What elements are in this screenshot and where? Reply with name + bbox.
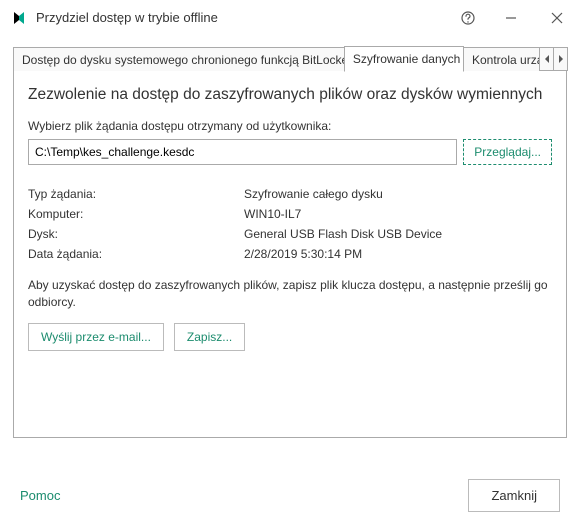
disk-value: General USB Flash Disk USB Device [244, 227, 552, 241]
send-email-button[interactable]: Wyślij przez e-mail... [28, 323, 164, 351]
request-type-value: Szyfrowanie całego dysku [244, 187, 552, 201]
close-button[interactable]: Zamknij [468, 479, 560, 512]
panel-heading: Zezwolenie na dostęp do zaszyfrowanych p… [28, 85, 552, 105]
app-logo-icon [10, 9, 28, 27]
tab-panel-encryption: Zezwolenie na dostęp do zaszyfrowanych p… [13, 71, 567, 438]
request-info: Typ żądania: Szyfrowanie całego dysku Ko… [28, 187, 552, 261]
titlebar: Przydziel dostęp w trybie offline [0, 0, 580, 36]
request-file-path-input[interactable] [28, 139, 457, 165]
window-title: Przydziel dostęp w trybie offline [36, 10, 448, 25]
tab-scroll-left-button[interactable] [539, 47, 554, 71]
minimize-button[interactable] [488, 0, 534, 36]
date-label: Data żądania: [28, 247, 244, 261]
footer: Pomoc Zamknij [0, 466, 580, 524]
disk-label: Dysk: [28, 227, 244, 241]
tab-device-control[interactable]: Kontrola urzą [463, 47, 540, 71]
tab-scroll-right-button[interactable] [553, 47, 568, 71]
browse-button[interactable]: Przeglądaj... [463, 139, 552, 165]
tab-encryption[interactable]: Szyfrowanie danych [344, 46, 464, 72]
tab-bar: Dostęp do dysku systemowego chronionego … [13, 46, 567, 71]
help-icon[interactable] [448, 0, 488, 36]
close-window-button[interactable] [534, 0, 580, 36]
date-value: 2/28/2019 5:30:14 PM [244, 247, 552, 261]
file-select-label: Wybierz plik żądania dostępu otrzymany o… [28, 119, 552, 133]
save-button[interactable]: Zapisz... [174, 323, 245, 351]
help-link[interactable]: Pomoc [20, 488, 60, 503]
request-type-label: Typ żądania: [28, 187, 244, 201]
computer-value: WIN10-IL7 [244, 207, 552, 221]
computer-label: Komputer: [28, 207, 244, 221]
tab-bitlocker[interactable]: Dostęp do dysku systemowego chronionego … [13, 47, 345, 71]
instruction-text: Aby uzyskać dostęp do zaszyfrowanych pli… [28, 277, 552, 311]
